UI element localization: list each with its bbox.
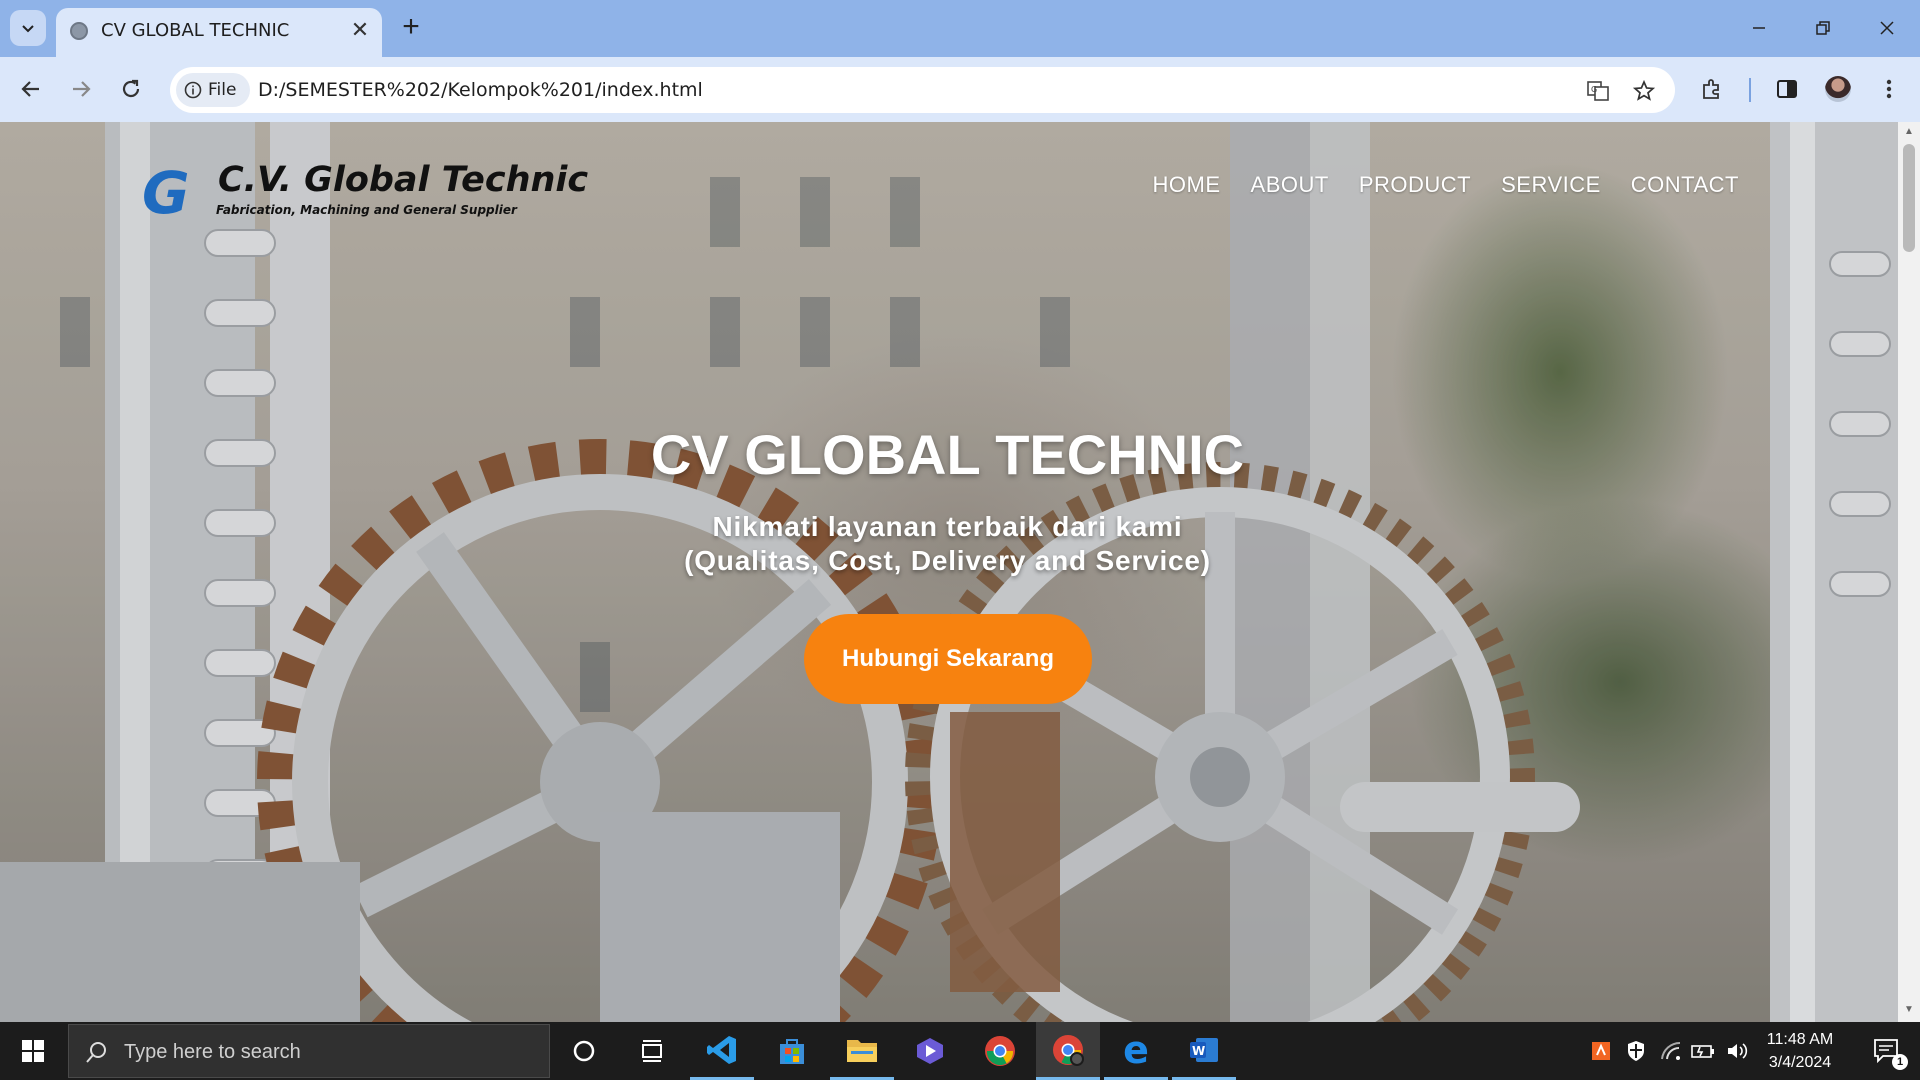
minimize-button[interactable] xyxy=(1736,8,1782,48)
star-icon[interactable] xyxy=(1629,76,1659,106)
restore-button[interactable] xyxy=(1800,8,1846,48)
tray-app-icon[interactable] xyxy=(1586,1022,1616,1080)
notification-count-badge: 1 xyxy=(1892,1054,1908,1070)
restore-icon xyxy=(1816,21,1830,35)
contact-now-button[interactable]: Hubungi Sekarang xyxy=(804,614,1092,704)
tab-title: CV GLOBAL TECHNIC xyxy=(101,20,290,41)
toolbar-separator xyxy=(1749,78,1751,102)
word-icon[interactable]: W xyxy=(1172,1022,1236,1080)
clock-time: 11:48 AM xyxy=(1766,1031,1834,1048)
svg-text:G: G xyxy=(1591,85,1597,94)
taskbar-clock[interactable]: 11:48 AM 3/4/2024 xyxy=(1752,1028,1848,1074)
tab-search-button[interactable] xyxy=(10,10,46,46)
back-button[interactable] xyxy=(13,71,49,107)
translate-icon[interactable]: G xyxy=(1583,76,1613,106)
page-viewport: G C.V. Global Technic Fabrication, Machi… xyxy=(0,122,1920,1022)
new-tab-button[interactable]: + xyxy=(393,10,429,46)
store-icon[interactable] xyxy=(760,1022,824,1080)
tab-active[interactable]: CV GLOBAL TECHNIC ✕ xyxy=(56,8,382,57)
hero-subtitle-line2: (Qualitas, Cost, Delivery and Service) xyxy=(684,545,1211,576)
site-info-chip[interactable]: File xyxy=(176,73,250,107)
cortana-icon[interactable] xyxy=(552,1022,616,1080)
forward-button[interactable] xyxy=(63,71,99,107)
nav-contact[interactable]: CONTACT xyxy=(1631,172,1739,198)
avatar-image xyxy=(1825,76,1851,102)
globe-icon xyxy=(70,22,88,40)
taskbar-search-box[interactable]: Type here to search xyxy=(68,1024,550,1078)
logo-letter: G xyxy=(142,159,190,227)
task-view-icon[interactable] xyxy=(620,1022,684,1080)
file-explorer-icon[interactable] xyxy=(830,1022,894,1080)
logo-title: C.V. Global Technic xyxy=(218,160,589,200)
main-nav: HOME ABOUT PRODUCT SERVICE CONTACT xyxy=(1153,172,1739,198)
close-window-button[interactable] xyxy=(1864,8,1910,48)
hero-subtitle-line1: Nikmati layanan terbaik dari kami xyxy=(712,511,1183,542)
hero-title: CV GLOBAL TECHNIC xyxy=(650,423,1245,486)
close-icon xyxy=(1880,21,1894,35)
chevron-down-icon xyxy=(22,25,34,33)
volume-icon[interactable] xyxy=(1722,1022,1752,1080)
side-panel-icon[interactable] xyxy=(1769,71,1805,107)
scroll-down-icon[interactable]: ▼ xyxy=(1903,1004,1915,1016)
arrow-right-icon xyxy=(73,81,91,97)
search-placeholder: Type here to search xyxy=(124,1041,301,1063)
company-logo[interactable]: G C.V. Global Technic Fabrication, Machi… xyxy=(142,159,588,230)
extensions-icon[interactable] xyxy=(1694,71,1730,107)
wifi-icon[interactable] xyxy=(1656,1022,1686,1080)
scroll-up-icon[interactable]: ▲ xyxy=(1903,126,1915,138)
nav-product[interactable]: PRODUCT xyxy=(1359,172,1471,198)
site-chip-label: File xyxy=(208,80,237,100)
menu-kebab-icon[interactable] xyxy=(1871,71,1907,107)
url-text[interactable]: D:/SEMESTER%202/Kelompok%201/index.html xyxy=(258,79,703,101)
search-icon xyxy=(86,1042,106,1063)
scroll-thumb[interactable] xyxy=(1903,144,1915,252)
hero-subtitle: Nikmati layanan terbaik dari kami (Quali… xyxy=(0,510,1895,578)
address-bar[interactable]: File D:/SEMESTER%202/Kelompok%201/index.… xyxy=(170,67,1675,113)
browser-toolbar: File D:/SEMESTER%202/Kelompok%201/index.… xyxy=(0,57,1920,122)
tab-strip: CV GLOBAL TECHNIC ✕ + xyxy=(0,0,1920,57)
windows-taskbar: Type here to search e W 11:48 AM 3/4/202… xyxy=(0,1022,1920,1080)
nav-service[interactable]: SERVICE xyxy=(1501,172,1601,198)
close-icon[interactable]: ✕ xyxy=(348,19,372,43)
windows-logo-icon xyxy=(22,1040,44,1062)
clock-date: 3/4/2024 xyxy=(1768,1054,1832,1071)
security-shield-icon[interactable] xyxy=(1621,1022,1651,1080)
chrome-icon[interactable] xyxy=(968,1022,1032,1080)
nav-about[interactable]: ABOUT xyxy=(1251,172,1329,198)
minimize-icon xyxy=(1753,27,1765,29)
reload-icon xyxy=(122,79,140,98)
edge-legacy-icon[interactable]: e xyxy=(1104,1022,1168,1080)
vscode-icon[interactable] xyxy=(690,1022,754,1080)
arrow-left-icon xyxy=(21,81,39,97)
logo-subtitle: Fabrication, Machining and General Suppl… xyxy=(216,203,517,217)
start-button[interactable] xyxy=(0,1022,66,1080)
notification-center-icon[interactable]: 1 xyxy=(1862,1022,1912,1080)
chrome-profile-icon[interactable] xyxy=(1036,1022,1100,1080)
profile-avatar[interactable] xyxy=(1820,71,1856,107)
page-scrollbar[interactable]: ▲ ▼ xyxy=(1898,122,1920,1022)
battery-icon[interactable] xyxy=(1688,1022,1718,1080)
nav-home[interactable]: HOME xyxy=(1153,172,1221,198)
svg-text:W: W xyxy=(1192,1044,1205,1058)
power-automate-icon[interactable] xyxy=(898,1022,962,1080)
reload-button[interactable] xyxy=(113,71,149,107)
info-icon xyxy=(184,81,202,99)
